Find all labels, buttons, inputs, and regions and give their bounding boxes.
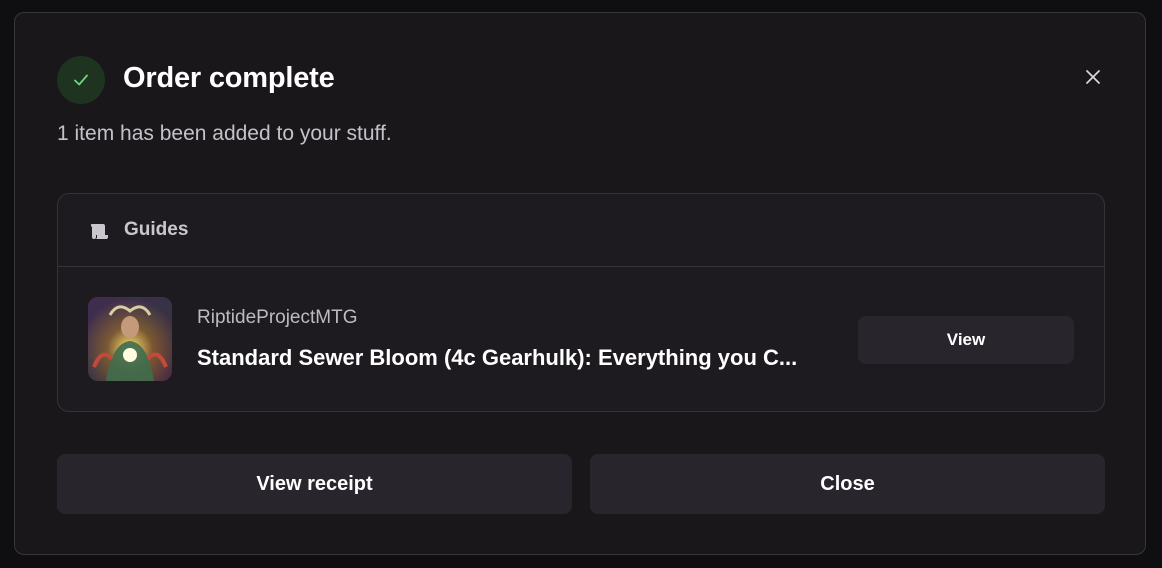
card-header: Guides bbox=[58, 194, 1104, 267]
dialog-subtitle: 1 item has been added to your stuff. bbox=[57, 122, 392, 145]
close-icon-button[interactable] bbox=[1081, 65, 1105, 89]
guide-title[interactable]: Standard Sewer Bloom (4c Gearhulk): Ever… bbox=[197, 345, 847, 371]
dialog-title: Order complete bbox=[123, 62, 335, 94]
view-guide-button[interactable]: View bbox=[858, 316, 1074, 364]
view-receipt-button[interactable]: View receipt bbox=[57, 454, 572, 514]
check-icon bbox=[74, 74, 88, 86]
guide-thumbnail[interactable] bbox=[88, 297, 172, 381]
scroll-icon bbox=[90, 224, 108, 239]
section-label: Guides bbox=[124, 219, 189, 240]
close-icon[interactable] bbox=[1085, 69, 1101, 85]
order-complete-dialog: Order complete 1 item has been added to … bbox=[14, 12, 1146, 555]
close-button[interactable]: Close bbox=[590, 454, 1105, 514]
success-badge bbox=[57, 56, 105, 104]
guide-author[interactable]: RiptideProjectMTG bbox=[197, 307, 358, 329]
guide-thumbnail-art bbox=[88, 297, 172, 381]
purchased-items-card: Guides RiptideProjectMTG Standard Sewer … bbox=[57, 193, 1105, 412]
